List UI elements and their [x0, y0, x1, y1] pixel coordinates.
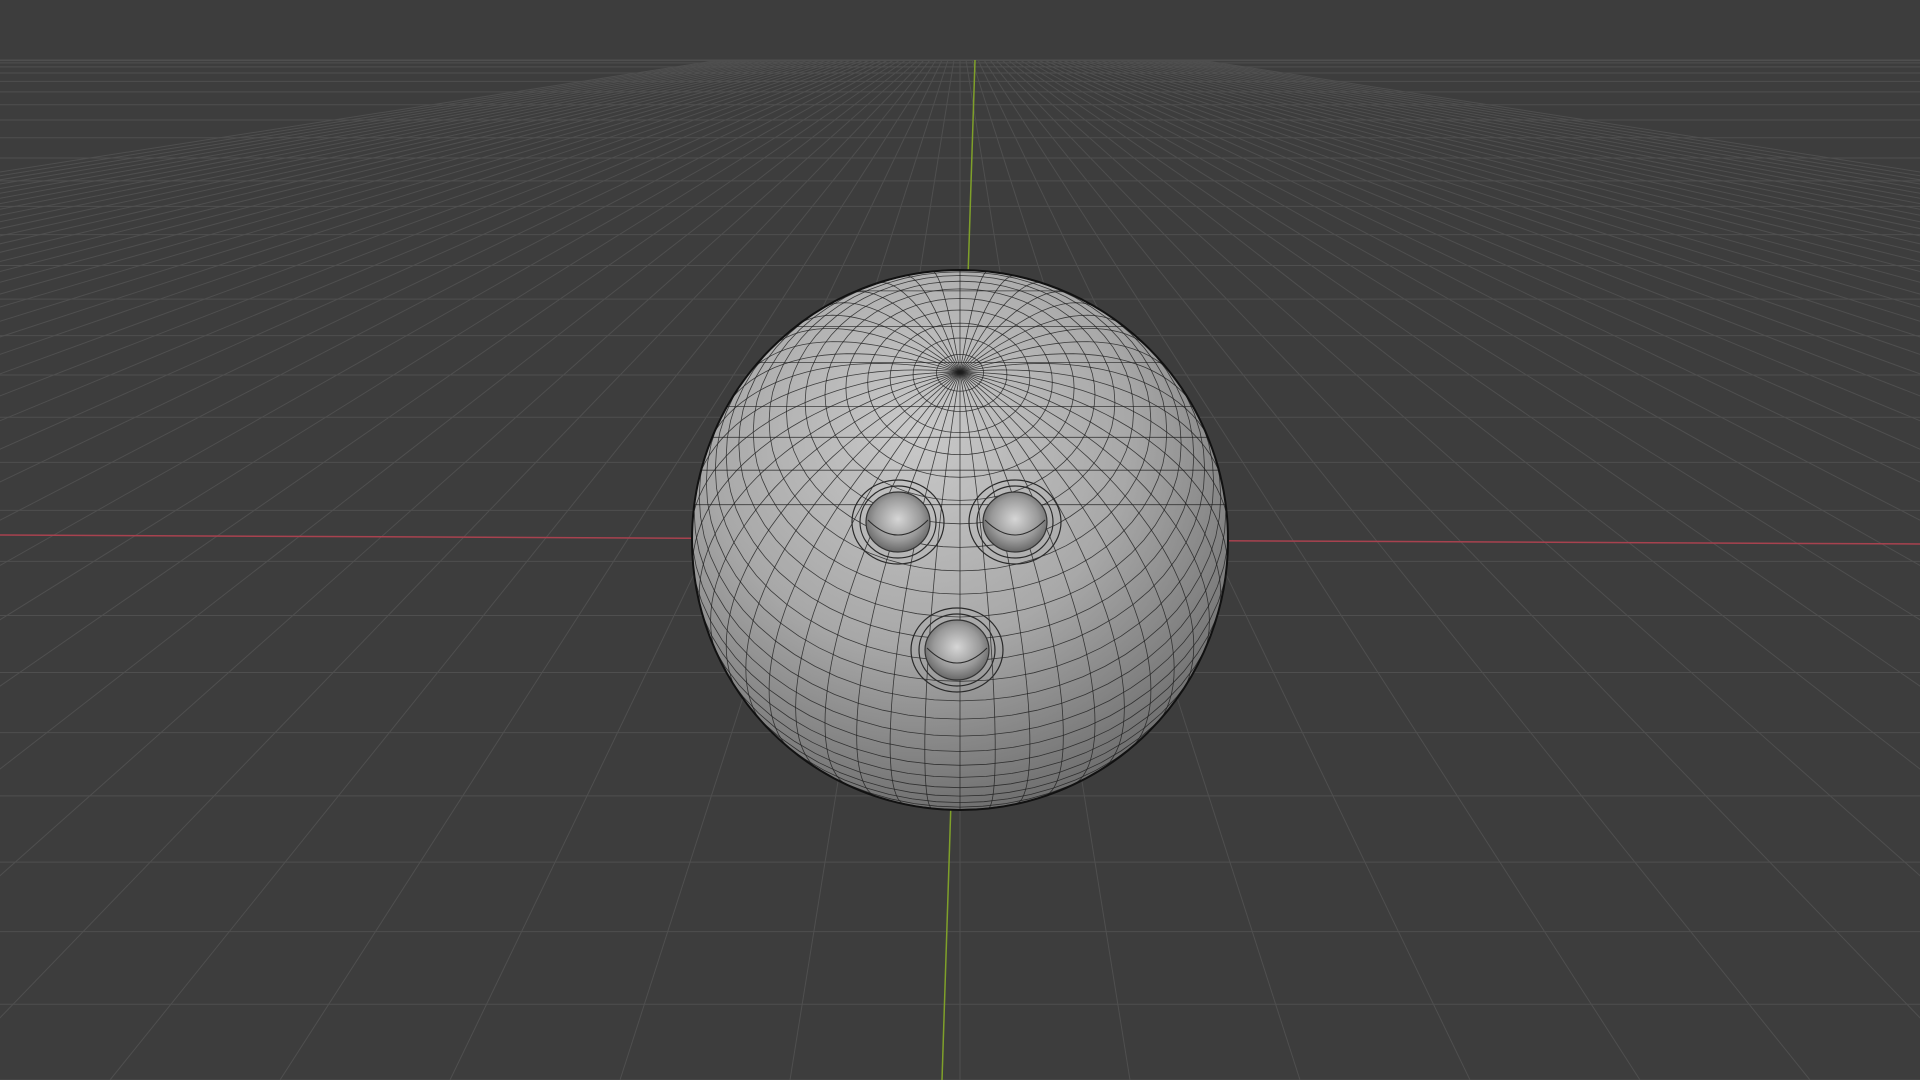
grid-line	[0, 59, 739, 185]
grid-line	[1109, 59, 1920, 263]
grid-line	[0, 59, 787, 230]
grid-line	[0, 59, 805, 253]
grid-line	[1181, 59, 1920, 185]
grid-line	[1193, 59, 1920, 177]
bowling-ball-object[interactable]	[690, 269, 1230, 811]
finger-hole	[968, 479, 1062, 565]
grid-line	[0, 59, 811, 263]
grid-line	[0, 59, 763, 205]
grid-line	[0, 59, 721, 173]
grid-line	[1187, 59, 1920, 181]
grid-line	[0, 59, 745, 190]
grid-line	[1121, 59, 1920, 245]
grid-line	[1139, 59, 1920, 223]
grid-line	[1169, 59, 1920, 194]
grid-line	[0, 59, 781, 223]
grid-line	[0, 59, 775, 216]
grid-line	[1127, 59, 1920, 237]
finger-hole	[910, 607, 1004, 693]
grid-line	[1133, 59, 1920, 230]
grid-line	[1145, 59, 1920, 216]
grid-line	[0, 59, 799, 245]
grid-line	[0, 59, 793, 237]
grid-line	[1175, 59, 1920, 190]
grid-line	[1151, 59, 1920, 210]
viewport-canvas[interactable]	[0, 0, 1920, 1080]
grid-line	[1199, 59, 1920, 173]
grid-line	[0, 59, 769, 210]
grid-line	[0, 59, 733, 181]
grid-line	[1115, 59, 1920, 253]
grid-line	[0, 59, 751, 194]
grid-line	[0, 59, 727, 177]
3d-viewport[interactable]	[0, 0, 1920, 1080]
finger-hole	[851, 479, 945, 565]
grid-line	[1157, 59, 1920, 205]
